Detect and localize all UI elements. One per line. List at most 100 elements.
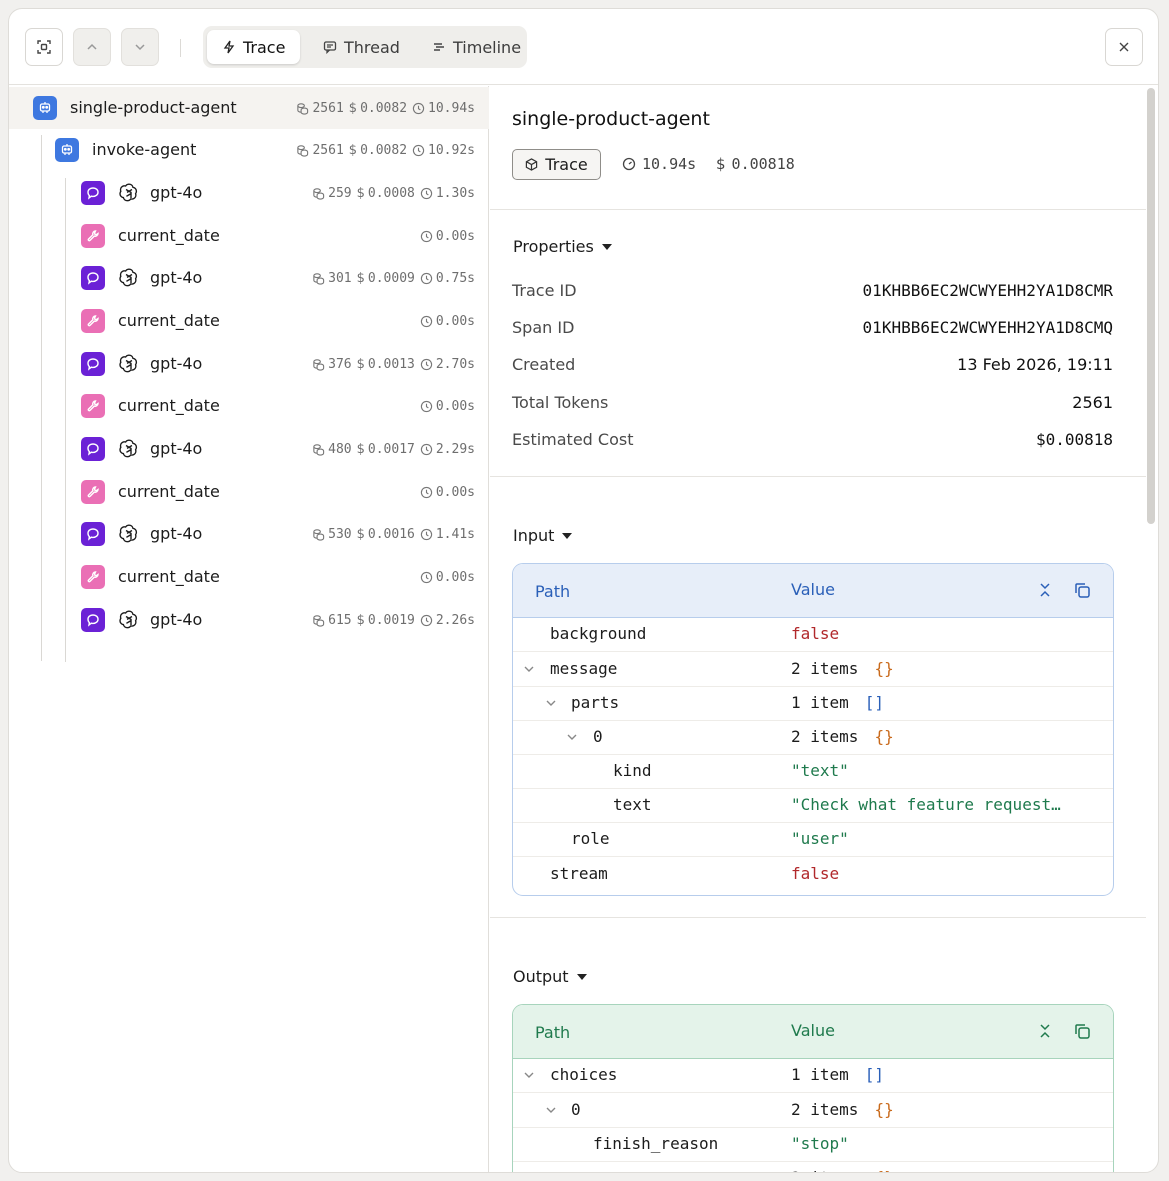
tab-trace[interactable]: Trace (207, 30, 301, 64)
span-metrics: 0.00s (420, 227, 475, 245)
json-value-text: "user" (791, 829, 849, 848)
object-type-icon: {} (874, 727, 894, 746)
json-value: 2 items {} (791, 1100, 1091, 1119)
timeline-icon (434, 43, 444, 51)
span-row[interactable]: gpt-4o 259 $0.0008 1.30s (9, 172, 489, 214)
dollar-icon: $ (356, 356, 365, 372)
chevron-down-icon[interactable] (565, 730, 579, 744)
openai-logo-icon (117, 181, 141, 205)
span-row[interactable]: gpt-4o 376 $0.0013 2.70s (9, 343, 489, 385)
json-key: 0 (593, 727, 603, 746)
input-table-header: Path Value (513, 564, 1113, 618)
tab-thread[interactable]: Thread (323, 30, 400, 64)
cost-value: 0.00818 (731, 155, 795, 173)
span-row[interactable]: single-product-agent 2561 $0.0082 10.94s (9, 87, 489, 129)
span-detail: single-product-agent Trace 10.94s $ 0.00… (490, 86, 1146, 1173)
span-cost: $0.0013 (356, 356, 415, 372)
divider (490, 476, 1146, 477)
span-duration: 0.00s (420, 314, 475, 329)
span-row[interactable]: gpt-4o 530 $0.0016 1.41s (9, 513, 489, 555)
chevron-down-icon[interactable] (522, 1068, 536, 1082)
property-value: 01KHBB6EC2WCWYEHH2YA1D8CMQ (862, 318, 1113, 337)
json-row: role "user" (513, 823, 1113, 857)
span-metrics: 301 $0.0009 0.75s (312, 269, 475, 287)
chevron-down-icon[interactable] (522, 662, 536, 676)
message-icon (323, 41, 337, 54)
span-row[interactable]: invoke-agent 2561 $0.0082 10.92s (9, 129, 489, 171)
json-row[interactable]: parts 1 item [] (513, 687, 1113, 721)
span-name: gpt-4o (150, 183, 203, 202)
next-span-button[interactable] (121, 28, 159, 66)
json-value: "text" (791, 761, 1091, 780)
cost-stat: $ 0.00818 (716, 155, 795, 173)
duration-value: 10.94s (642, 155, 697, 173)
openai-logo-icon (117, 522, 141, 546)
path-column-header: Path (535, 582, 571, 601)
property-value: $0.00818 (1035, 430, 1113, 449)
span-cost: $0.0019 (356, 612, 415, 628)
focus-button[interactable] (25, 28, 63, 66)
json-row[interactable]: 0 2 items {} (513, 1094, 1113, 1128)
span-name: gpt-4o (150, 354, 203, 373)
json-row[interactable]: message 2 items {} (513, 653, 1113, 687)
json-key: stream (550, 864, 608, 883)
json-row[interactable]: message 2 items {} (513, 1162, 1113, 1173)
span-title: single-product-agent (512, 108, 710, 130)
collapse-all-icon[interactable] (1035, 580, 1055, 600)
span-row[interactable]: gpt-4o 301 $0.0009 0.75s (9, 257, 489, 299)
tool-icon (81, 394, 105, 418)
span-type-label: Trace (545, 155, 588, 174)
clock-icon (420, 272, 433, 284)
collapse-all-icon[interactable] (1035, 1021, 1055, 1041)
chevron-down-icon[interactable] (544, 696, 558, 710)
json-row: text "Check what feature request… (513, 789, 1113, 823)
chevron-down-icon[interactable] (565, 1171, 579, 1173)
previous-span-button[interactable] (73, 28, 111, 66)
dollar-icon: $ (348, 142, 358, 158)
span-name: gpt-4o (150, 610, 203, 629)
copy-icon[interactable] (1072, 580, 1092, 600)
json-key: message (550, 659, 618, 678)
span-row[interactable]: gpt-4o 480 $0.0017 2.29s (9, 428, 489, 470)
json-row: finish_reason "stop" (513, 1128, 1113, 1162)
dollar-icon: $ (348, 100, 358, 116)
openai-logo-icon (117, 608, 141, 632)
coins-icon (297, 102, 309, 115)
output-toggle[interactable]: Output (513, 967, 587, 986)
chevron-up-icon (87, 43, 97, 50)
tab-timeline[interactable]: Timeline (432, 30, 521, 64)
span-name: current_date (118, 567, 220, 586)
json-key: message (593, 1168, 660, 1172)
json-row[interactable]: choices 1 item [] (513, 1059, 1113, 1093)
span-row[interactable]: current_date 0.00s (9, 215, 489, 257)
span-row[interactable]: current_date 0.00s (9, 471, 489, 513)
span-row[interactable]: current_date 0.00s (9, 300, 489, 342)
tab-thread-label: Thread (344, 37, 400, 57)
openai-logo-icon (117, 266, 141, 290)
json-row: kind "text" (513, 755, 1113, 789)
span-row[interactable]: gpt-4o 615 $0.0019 2.26s (9, 599, 489, 641)
input-json-table: Path Value background false message 2 items… (512, 563, 1114, 896)
copy-icon[interactable] (1072, 1021, 1092, 1041)
coins-icon (313, 272, 325, 285)
span-row[interactable]: current_date 0.00s (9, 556, 489, 598)
close-button[interactable] (1105, 28, 1143, 66)
json-value-text: "stop" (791, 1134, 849, 1153)
json-key: parts (571, 693, 620, 712)
cube-icon (526, 158, 538, 171)
clock-icon (412, 102, 425, 114)
clock-icon (420, 614, 433, 626)
json-value: "stop" (791, 1134, 1091, 1153)
span-row[interactable]: current_date 0.00s (9, 385, 489, 427)
json-row[interactable]: 0 2 items {} (513, 721, 1113, 755)
span-metrics: 615 $0.0019 2.26s (312, 611, 475, 629)
dollar-icon: $ (356, 441, 365, 457)
properties-toggle[interactable]: Properties (513, 237, 612, 256)
tool-icon (81, 565, 105, 589)
detail-scrollbar[interactable] (1147, 88, 1155, 524)
llm-icon (81, 608, 105, 632)
json-value-text: 2 items (791, 727, 859, 746)
caret-down-icon (562, 532, 573, 539)
chevron-down-icon[interactable] (544, 1103, 558, 1117)
input-toggle[interactable]: Input (513, 526, 573, 545)
